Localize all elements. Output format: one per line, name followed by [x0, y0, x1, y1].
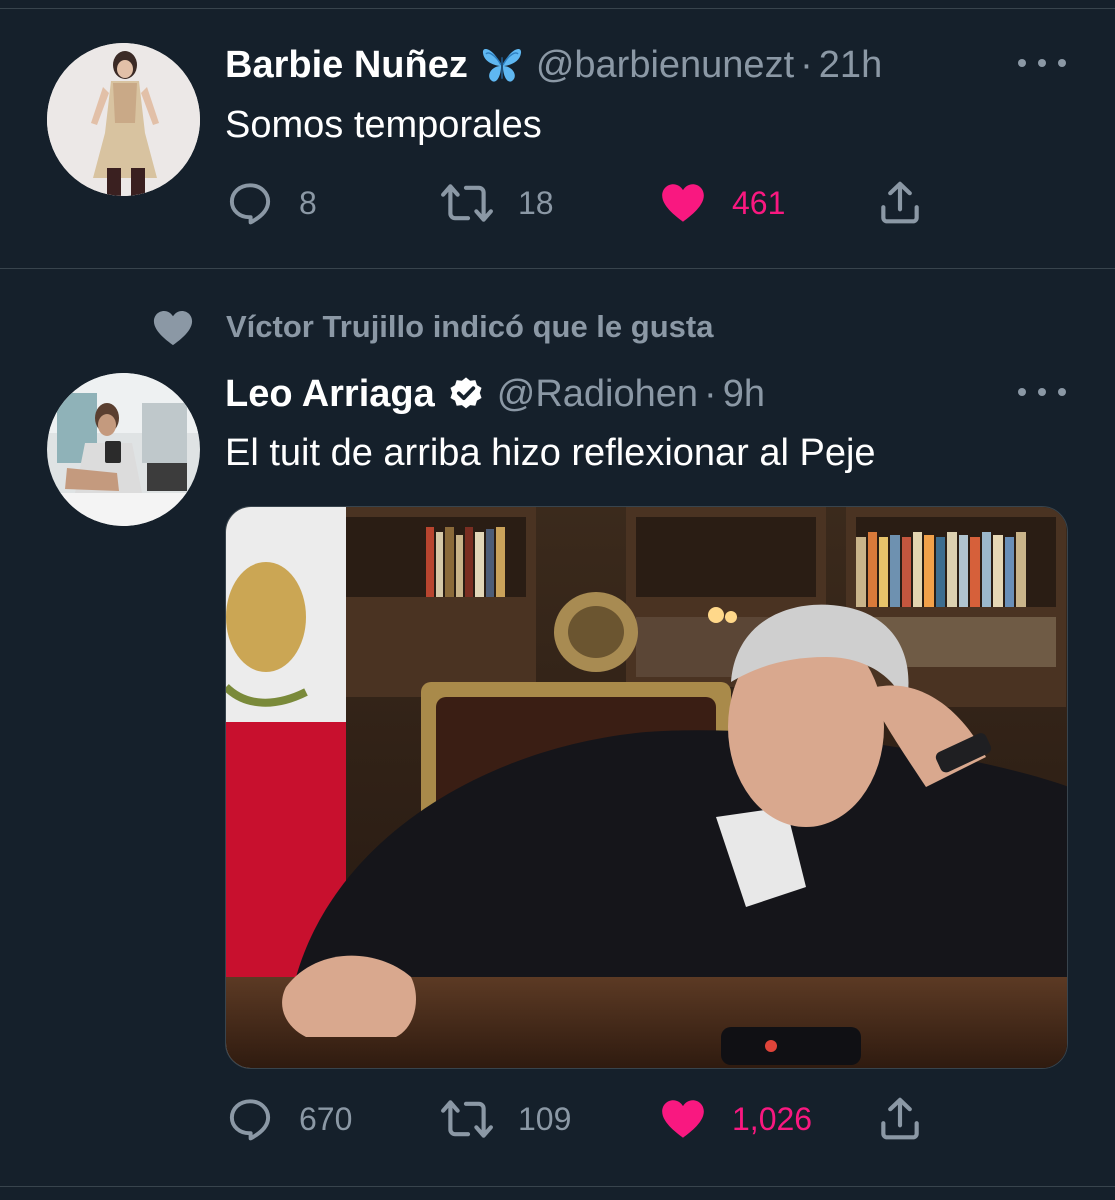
- tweet-media-image[interactable]: [225, 506, 1068, 1069]
- avatar[interactable]: [47, 373, 200, 526]
- bottom-divider: [0, 1186, 1115, 1187]
- more-options-icon[interactable]: [1018, 382, 1066, 402]
- heart-filled-icon: [662, 1100, 704, 1138]
- media-photo: [226, 507, 1067, 1068]
- display-name[interactable]: Leo Arriaga: [225, 372, 435, 416]
- tweet-actions: 670 109 1,026: [225, 1094, 925, 1144]
- reply-icon: [229, 1099, 271, 1141]
- separator: ·: [704, 373, 717, 415]
- verified-badge-icon: [447, 375, 485, 413]
- like-count: 1,026: [732, 1100, 813, 1137]
- share-icon: [881, 1097, 919, 1140]
- user-handle[interactable]: @Radiohen: [497, 372, 698, 416]
- timestamp[interactable]: 9h: [723, 372, 765, 416]
- like-button[interactable]: 1,026: [658, 1094, 812, 1144]
- tweet-text: El tuit de arriba hizo reflexionar al Pe…: [225, 432, 876, 474]
- tweet-leo[interactable]: Leo Arriaga @Radiohen · 9h El tuit de ar…: [0, 0, 1115, 1186]
- avatar-photo: [47, 373, 200, 526]
- reply-count: 670: [299, 1100, 353, 1137]
- tweet-header: Leo Arriaga @Radiohen · 9h: [225, 372, 765, 416]
- retweet-count: 109: [518, 1100, 572, 1137]
- reply-button[interactable]: 670: [225, 1094, 352, 1144]
- share-button[interactable]: [875, 1094, 925, 1144]
- retweet-icon: [441, 1100, 493, 1138]
- retweet-button[interactable]: 109: [440, 1094, 571, 1144]
